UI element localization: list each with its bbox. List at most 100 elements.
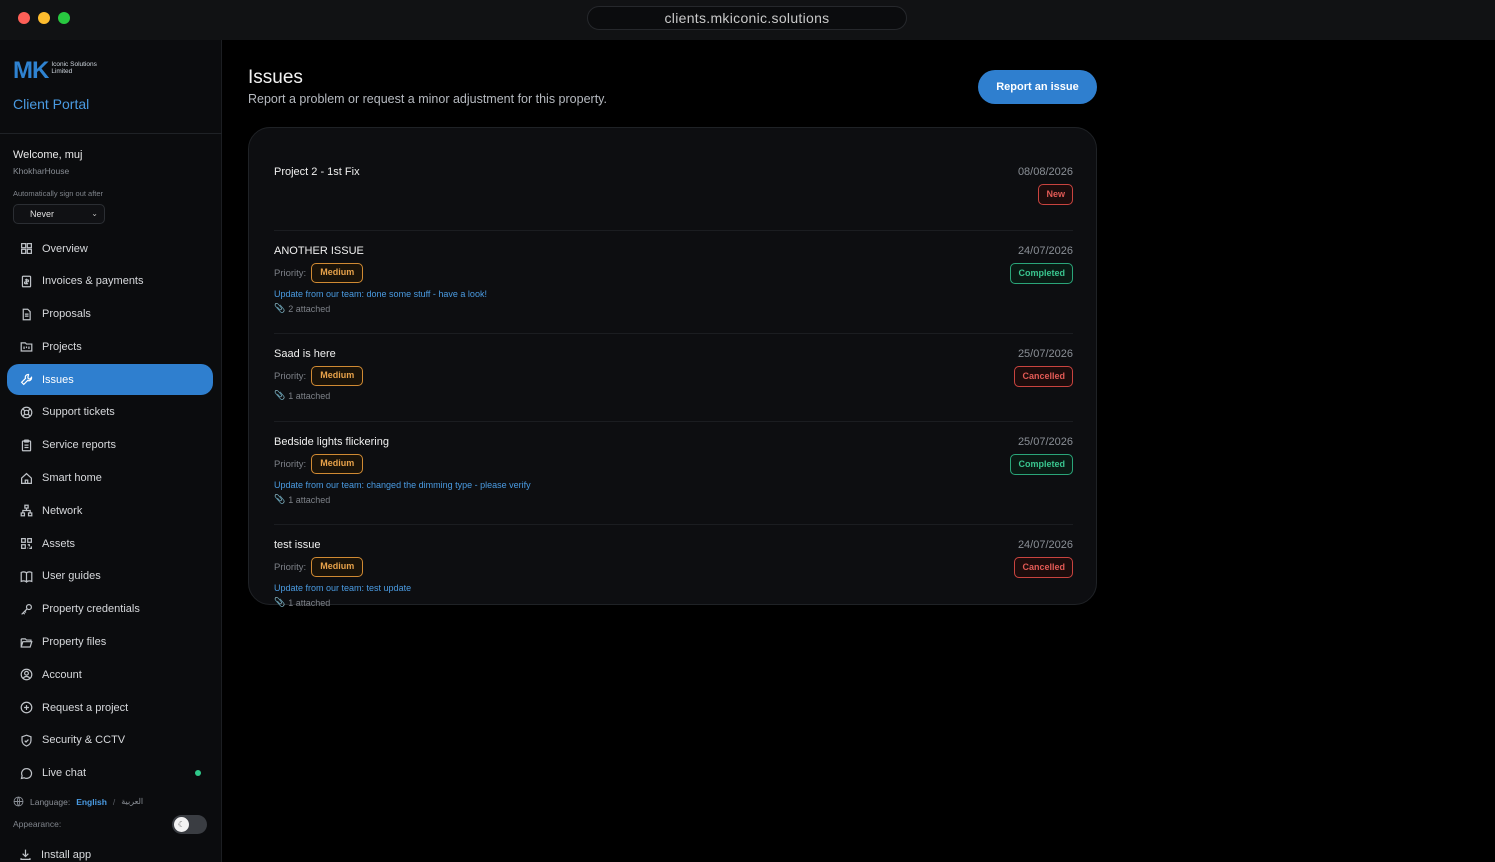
language-label: Language: <box>30 796 71 807</box>
auto-signout-value: Never <box>30 209 55 219</box>
install-app-button[interactable]: Install app <box>19 848 91 861</box>
issue-row[interactable]: Bedside lights flickering Priority: Medium… <box>274 436 1073 505</box>
sidebar-item-label: Property files <box>42 636 107 649</box>
attachments[interactable]: 📎 1 attached <box>274 390 1073 401</box>
sidebar: MK Iconic Solutions Limited Client Porta… <box>0 40 222 862</box>
book-icon <box>19 569 33 583</box>
sidebar-item-live-chat[interactable]: Live chat <box>7 758 213 789</box>
user-circle-icon <box>19 668 33 682</box>
attachments[interactable]: 📎 1 attached <box>274 494 1073 505</box>
sidebar-item-network[interactable]: Network <box>7 495 213 526</box>
priority-badge: Medium <box>311 454 364 474</box>
sidebar-item-label: Issues <box>42 373 74 386</box>
company-logo[interactable]: MK Iconic Solutions Limited <box>13 58 97 84</box>
page-title: Issues <box>248 67 303 88</box>
sidebar-item-assets[interactable]: Assets <box>7 528 213 559</box>
paperclip-icon: 📎 <box>274 390 286 400</box>
sidebar-item-label: Overview <box>42 242 88 255</box>
language-english[interactable]: English <box>76 797 107 807</box>
home-icon <box>19 471 33 485</box>
auto-signout-select[interactable]: Never ⌄ <box>13 204 105 224</box>
sidebar-item-request-a-project[interactable]: Request a project <box>7 692 213 723</box>
plus-circle-icon <box>19 701 33 715</box>
priority-label: Priority: <box>274 561 307 573</box>
priority-badge: Medium <box>311 557 364 577</box>
issue-row[interactable]: test issue Priority: Medium Update from our… <box>274 539 1073 608</box>
sidebar-item-overview[interactable]: Overview <box>7 233 213 264</box>
paperclip-icon: 📎 <box>274 303 286 313</box>
moon-icon: ☾ <box>174 817 189 832</box>
sidebar-item-issues[interactable]: Issues <box>7 364 213 396</box>
welcome-text: Welcome, muj <box>13 149 83 161</box>
issue-title: Saad is here <box>274 348 336 360</box>
window-titlebar: clients.mkiconic.solutions <box>0 0 1495 40</box>
status-badge: New <box>1038 184 1073 205</box>
sidebar-item-smart-home[interactable]: Smart home <box>7 463 213 494</box>
sidebar-item-proposals[interactable]: Proposals <box>7 299 213 330</box>
logo-mark: MK <box>13 57 49 84</box>
sidebar-item-account[interactable]: Account <box>7 659 213 690</box>
brand: MK Iconic Solutions Limited Client Porta… <box>13 58 213 118</box>
invoice-icon <box>19 274 33 288</box>
sidebar-item-label: Request a project <box>42 701 129 714</box>
paperclip-icon: 📎 <box>274 494 286 504</box>
close-window-button[interactable] <box>18 12 30 24</box>
issue-date: 24/07/2026 <box>1017 539 1073 551</box>
sidebar-item-label: Live chat <box>42 767 87 780</box>
language-separator: / <box>112 796 116 807</box>
language-arabic[interactable]: العربية <box>121 797 143 806</box>
sidebar-item-label: Service reports <box>42 439 116 452</box>
sidebar-divider <box>0 133 222 134</box>
chevron-down-icon: ⌄ <box>91 209 98 218</box>
attachments[interactable]: 📎 1 attached <box>274 597 1073 608</box>
appearance-toggle[interactable]: ☾ <box>172 815 207 834</box>
issue-row[interactable]: Saad is here Priority: Medium 📎 1 attached 25… <box>274 348 1073 401</box>
document-icon <box>19 307 33 321</box>
zoom-window-button[interactable] <box>58 12 70 24</box>
sidebar-item-label: User guides <box>42 570 101 583</box>
report-issue-button[interactable]: Report an issue <box>978 70 1097 104</box>
priority-row: Priority: Medium <box>274 557 1073 577</box>
sidebar-item-label: Projects <box>42 340 82 353</box>
sidebar-item-property-credentials[interactable]: Property credentials <box>7 594 213 625</box>
sidebar-item-label: Smart home <box>42 472 102 485</box>
sidebar-item-property-files[interactable]: Property files <box>7 627 213 658</box>
sidebar-item-label: Security & CCTV <box>42 734 126 747</box>
issue-row[interactable]: ANOTHER ISSUE Priority: Medium Update from … <box>274 245 1073 314</box>
minimize-window-button[interactable] <box>38 12 50 24</box>
globe-icon <box>13 796 24 807</box>
wrench-icon <box>19 373 33 387</box>
chat-icon <box>19 766 33 780</box>
issue-date: 25/07/2026 <box>1017 348 1073 360</box>
sidebar-item-projects[interactable]: Projects <box>7 331 213 362</box>
online-status-dot <box>195 769 201 776</box>
issue-row[interactable]: Project 2 - 1st Fix 08/08/2026 New <box>274 166 1073 205</box>
address-bar[interactable]: clients.mkiconic.solutions <box>587 6 907 30</box>
attachments[interactable]: 📎 2 attached <box>274 303 1073 314</box>
sidebar-item-support-tickets[interactable]: Support tickets <box>7 397 213 428</box>
issue-date: 08/08/2026 <box>1017 166 1073 178</box>
issue-divider <box>274 230 1073 231</box>
team-update: Update from our team: changed the dimmin… <box>274 480 531 490</box>
sidebar-item-security-and-cctv[interactable]: Security & CCTV <box>7 725 213 756</box>
status-badge: Completed <box>1010 454 1073 475</box>
sidebar-item-label: Invoices & payments <box>42 275 144 288</box>
download-icon <box>20 849 31 860</box>
logo-line-1: Iconic Solutions <box>51 61 97 68</box>
qr-icon <box>19 537 33 551</box>
sidebar-item-invoices-and-payments[interactable]: Invoices & payments <box>7 266 213 297</box>
sidebar-item-service-reports[interactable]: Service reports <box>7 430 213 461</box>
key-icon <box>19 602 33 616</box>
paperclip-icon: 📎 <box>274 597 286 607</box>
folder-open-icon <box>19 635 33 649</box>
issue-date: 24/07/2026 <box>1017 245 1073 257</box>
sidebar-item-label: Property credentials <box>42 603 140 616</box>
clipboard-icon <box>19 438 33 452</box>
sidebar-item-label: Proposals <box>42 308 91 321</box>
property-name: KhokharHouse <box>13 166 70 176</box>
team-update: Update from our team: test update <box>274 583 412 593</box>
grid-icon <box>19 242 33 256</box>
issue-date: 25/07/2026 <box>1017 436 1073 448</box>
sidebar-item-user-guides[interactable]: User guides <box>7 561 213 592</box>
issue-divider <box>274 421 1073 422</box>
